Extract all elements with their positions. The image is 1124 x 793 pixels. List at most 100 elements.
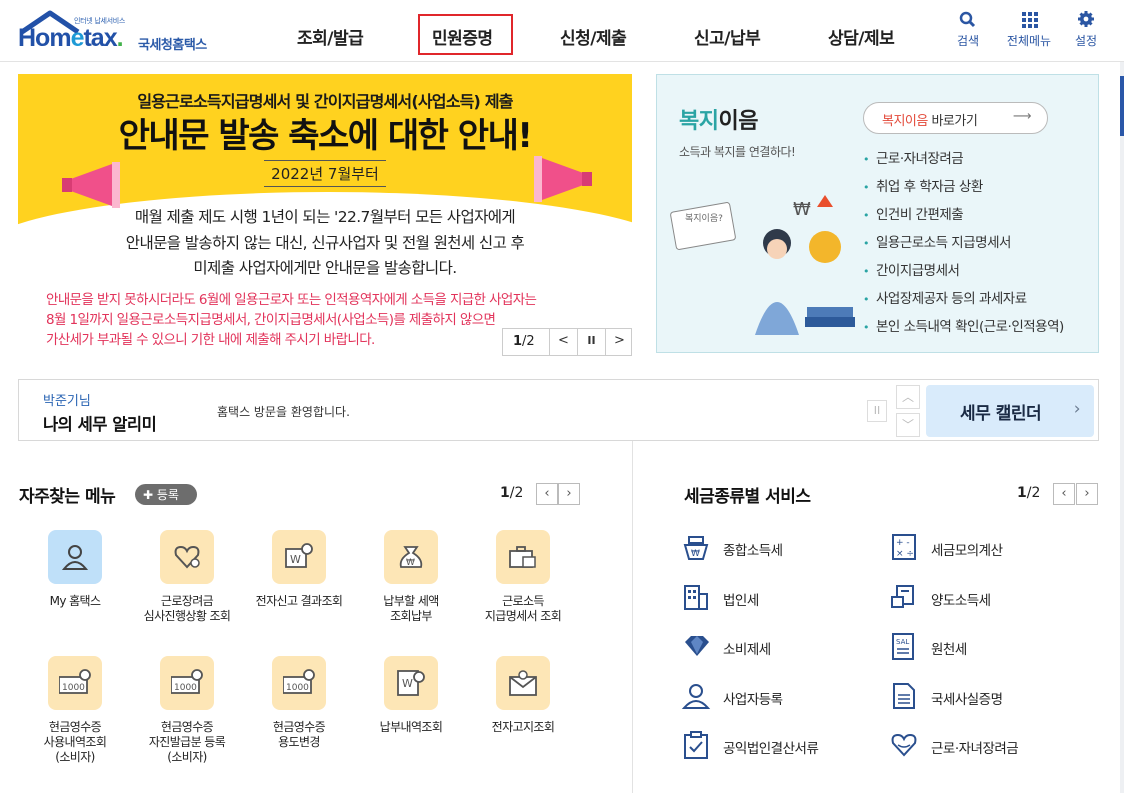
svg-text:W: W: [402, 677, 413, 690]
nav-consult-report[interactable]: 상담/제보: [828, 24, 895, 49]
fav-e-notice[interactable]: 전자고지조회: [467, 656, 579, 735]
welfare-shortcut-button[interactable]: 복지이음 바로가기 ⟶: [863, 102, 1048, 134]
hometax-logo[interactable]: 인터넷 납세서비스 Hometax. 국세청홈택스: [18, 8, 228, 56]
money-bag-icon: ₩: [384, 530, 438, 584]
svg-text:× ÷: × ÷: [896, 549, 914, 559]
clipboard-icon: [684, 731, 708, 759]
welfare-list: 근로·자녀장려금 취업 후 학자금 상환 인건비 간편제출 일용근로소득 지급명…: [863, 147, 1064, 343]
tax-calendar-button[interactable]: 세무 캘린더 ›: [926, 385, 1094, 437]
megaphone-icon: [62, 162, 120, 208]
fav-cash-receipt-self-issue[interactable]: 1000 현금영수증 자진발급분 등록 (소비자): [131, 656, 243, 765]
svg-text:복지이음?: 복지이음?: [685, 213, 723, 224]
won-search-icon: W: [272, 530, 326, 584]
welfare-list-item[interactable]: 간이지급명세서: [863, 259, 1064, 287]
favorites-next-button[interactable]: ›: [558, 483, 580, 505]
user-name: 박준기님: [43, 394, 91, 409]
document-icon: [893, 683, 915, 709]
tax-services-title: 세금종류별 서비스: [684, 487, 811, 507]
tax-alarm-bar: 박준기님 나의 세무 알리미 홈택스 방문을 환영합니다. II ︿ ﹀ 세무 …: [18, 379, 1099, 441]
banner-next-button[interactable]: >: [605, 329, 633, 355]
diamond-icon: [685, 636, 709, 656]
arrow-right-icon: ⟶: [1012, 109, 1032, 124]
receipt-1000-icon: 1000: [160, 656, 214, 710]
megaphone-icon: [534, 156, 592, 202]
section-divider: [632, 441, 633, 793]
welfare-list-item[interactable]: 본인 소득내역 확인(근로·인적용역): [863, 315, 1064, 343]
salary-doc-icon: SAL: [892, 633, 914, 660]
banner-controls: 1/2 < II >: [502, 328, 632, 356]
favorites-title: 자주찾는 메뉴: [19, 487, 116, 507]
svg-text:1000: 1000: [174, 683, 197, 693]
fav-e-filing-result[interactable]: W 전자신고 결과조회: [243, 530, 355, 609]
banner-prev-button[interactable]: <: [549, 329, 577, 355]
receipt-1000-icon: 1000: [48, 656, 102, 710]
money-bag-icon: ₩: [683, 536, 709, 560]
banner-pause-button[interactable]: II: [577, 329, 605, 355]
banner-warning-line: 안내문을 받지 못하시더라도 6월에 일용근로자 또는 인적용역자에게 소득을 …: [46, 292, 537, 308]
alarm-up-button[interactable]: ︿: [896, 385, 920, 409]
chevron-up-icon: ︿: [901, 390, 914, 404]
nav-inquiry-issue[interactable]: 조회/발급: [297, 24, 364, 49]
nav-report-pay[interactable]: 신고/납부: [694, 24, 761, 49]
banner-warning-line: 8월 1일까지 일용근로소득지급명세서, 간이지급명세서(사업소득)를 제출하지…: [46, 312, 496, 328]
welfare-list-item[interactable]: 일용근로소득 지급명세서: [863, 231, 1064, 259]
banner-body-line: 매월 제출 제도 시행 1년이 되는 '22.7월부터 모든 사업자에게: [134, 208, 516, 226]
calculator-icon: + -× ÷: [892, 534, 916, 560]
header: 인터넷 납세서비스 Hometax. 국세청홈택스 조회/발급 민원증명 신청/…: [0, 0, 1124, 62]
svg-text:1000: 1000: [62, 683, 85, 693]
side-scroll-rail[interactable]: [1120, 62, 1124, 793]
email-icon: [496, 656, 550, 710]
welfare-list-item[interactable]: 인건비 간편제출: [863, 203, 1064, 231]
favorites-prev-button[interactable]: ‹: [536, 483, 558, 505]
alarm-pause-button[interactable]: II: [867, 400, 887, 422]
tax-services-next-button[interactable]: ›: [1076, 483, 1098, 505]
tax-services-prev-button[interactable]: ‹: [1053, 483, 1075, 505]
fav-cash-receipt-change-use[interactable]: 1000 현금영수증 용도변경: [243, 656, 355, 750]
nav-highlight-box: [418, 14, 513, 55]
fav-tax-payable[interactable]: ₩ 납부할 세액 조회납부: [355, 530, 467, 624]
nav-apply-submit[interactable]: 신청/제출: [560, 24, 627, 49]
svg-text:₩: ₩: [406, 558, 415, 568]
svg-text:₩: ₩: [691, 549, 700, 559]
alarm-down-button[interactable]: ﹀: [896, 413, 920, 437]
svg-text:₩: ₩: [793, 199, 811, 220]
welfare-list-item[interactable]: 사업장제공자 등의 과세자료: [863, 287, 1064, 315]
welfare-subtitle: 소득과 복지를 연결하다!: [679, 145, 796, 159]
svg-text:SAL: SAL: [896, 638, 909, 646]
tax-alarm-message: 홈택스 방문을 환영합니다.: [217, 405, 350, 419]
settings-button[interactable]: 설정: [1063, 10, 1109, 49]
favorites-register-button[interactable]: ✚ 등록: [135, 484, 197, 505]
welfare-title: 복지이음: [679, 109, 758, 134]
fav-payment-history[interactable]: W 납부내역조회: [355, 656, 467, 735]
gear-icon: [1078, 11, 1094, 27]
welfare-link-panel: 복지이음 소득과 복지를 연결하다! 복지이음 바로가기⟶ 복지이음? ₩ 근로…: [656, 74, 1099, 353]
welfare-list-item[interactable]: 근로·자녀장려금: [863, 147, 1064, 175]
welfare-list-item[interactable]: 취업 후 학자금 상환: [863, 175, 1064, 203]
heart-hands-icon: [160, 530, 214, 584]
notice-banner[interactable]: 일용근로소득지급명세서 및 간이지급명세서(사업소득) 제출 안내문 발송 축소…: [18, 74, 632, 356]
logo-name: 국세청홈택스: [138, 38, 207, 53]
briefcase-won-icon: [496, 530, 550, 584]
fav-earned-income-credit-status[interactable]: 근로장려금 심사진행상황 조회: [131, 530, 243, 624]
plus-icon: ✚: [143, 488, 157, 502]
banner-warning-line: 가산세가 부과될 수 있으니 기한 내에 제출해 주시기 바랍니다.: [46, 332, 375, 348]
svg-text:+ -: + -: [896, 538, 910, 548]
fav-cash-receipt-usage[interactable]: 1000 현금영수증 사용내역조회 (소비자): [19, 656, 131, 765]
banner-date: 2022년 7월부터: [264, 160, 386, 187]
fav-earned-income-statement[interactable]: 근로소득 지급명세서 조회: [467, 530, 579, 624]
banner-body-line: 안내문을 발송하지 않는 대신, 신규사업자 및 전월 원천세 신고 후: [125, 234, 525, 252]
person-card-icon: [681, 684, 711, 709]
all-menu-button[interactable]: 전체메뉴: [1001, 10, 1057, 49]
heart-hands-icon: [891, 733, 917, 757]
grid-icon: [1022, 12, 1038, 28]
welfare-illustration: 복지이음? ₩: [670, 195, 855, 335]
svg-text:1000: 1000: [286, 683, 309, 693]
search-button[interactable]: 검색: [945, 10, 991, 49]
logo-wordmark: Hometax.: [18, 24, 124, 52]
won-doc-search-icon: W: [384, 656, 438, 710]
truck-doc-icon: [891, 585, 914, 608]
fav-my-hometax[interactable]: My 홈택스: [19, 530, 131, 609]
search-icon: [959, 11, 976, 28]
tax-services-pager: 1/2: [1017, 485, 1041, 501]
person-icon: [48, 530, 102, 584]
